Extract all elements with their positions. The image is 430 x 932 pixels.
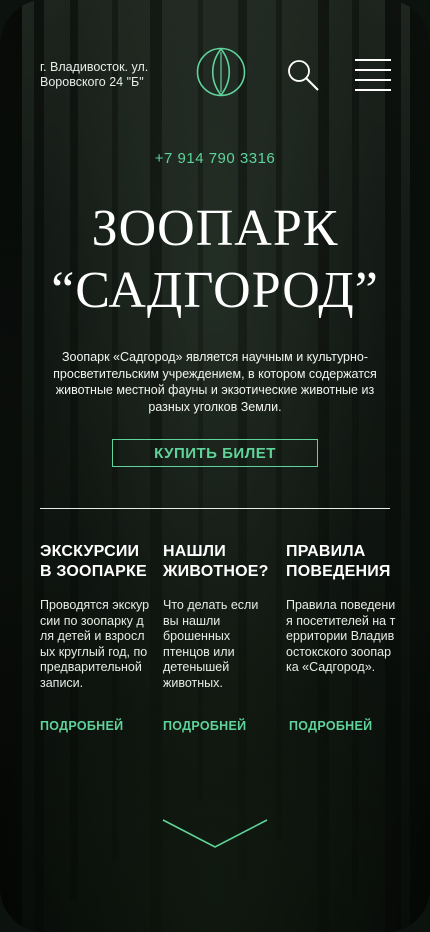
more-link-found-animal[interactable]: ПОДРОБНЕЙ <box>163 719 246 733</box>
card-title: ЭКСКУРСИИ В ЗООПАРКЕ <box>40 543 147 580</box>
hero-description: Зоопарк «Садгород» является научным и ку… <box>53 350 377 414</box>
more-link-excursions[interactable]: ПОДРОБНЕЙ <box>40 719 123 733</box>
eye-logo-icon[interactable] <box>196 47 246 97</box>
title-line-2: “САДГОРОД” <box>51 262 379 319</box>
divider <box>40 508 390 509</box>
address-text: г. Владивосток. ул. Воровского 24 "Б" <box>40 60 149 89</box>
search-icon[interactable] <box>286 58 320 92</box>
card-text: Проводятся экскурсии по зоопарку для дет… <box>40 598 150 690</box>
card-text: Что делать если вы нашли брошенных птенц… <box>163 598 259 690</box>
card-title: ПРАВИЛА ПОВЕДЕНИЯ <box>286 543 391 580</box>
card-excursions: ЭКСКУРСИИ В ЗООПАРКЕ Проводятся экскурси… <box>40 542 150 691</box>
screen: г. Владивосток. ул. Воровского 24 "Б" +7… <box>0 0 430 932</box>
title-line-1: ЗООПАРК <box>91 200 339 257</box>
card-title: НАШЛИ ЖИВОТНОЕ? <box>163 543 269 580</box>
card-text: Правила поведения посетителей на террито… <box>286 598 396 674</box>
card-found-animal: НАШЛИ ЖИВОТНОЕ? Что делать если вы нашли… <box>163 542 273 691</box>
card-rules: ПРАВИЛА ПОВЕДЕНИЯ Правила поведения посе… <box>286 542 396 676</box>
hamburger-menu-icon[interactable] <box>355 57 391 93</box>
more-link-rules[interactable]: ПОДРОБНЕЙ <box>289 719 372 733</box>
page-title: ЗООПАРК “САДГОРОД” <box>0 198 430 322</box>
phone-link[interactable]: +7 914 790 3316 <box>0 150 430 167</box>
chevron-down-icon[interactable] <box>162 818 268 850</box>
buy-ticket-button[interactable]: КУПИТЬ БИЛЕТ <box>112 439 318 467</box>
